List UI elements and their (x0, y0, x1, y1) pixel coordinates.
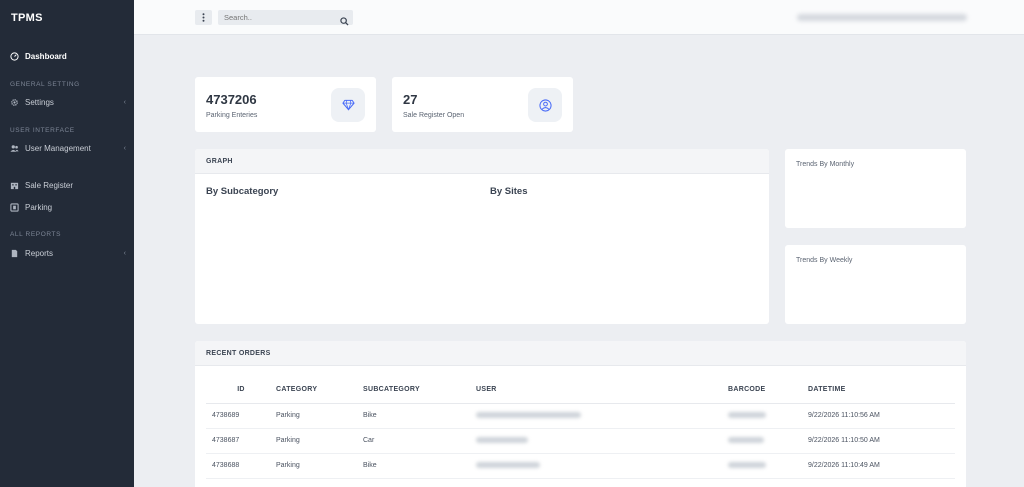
sidebar-item-label: Parking (25, 203, 53, 212)
panel-header: RECENT ORDERS (195, 341, 966, 366)
column-header-category[interactable]: CATEGORY (276, 376, 363, 404)
parking-icon (10, 203, 19, 212)
column-header-barcode[interactable]: BARCODE (728, 376, 808, 404)
cell-barcode-blurred (728, 453, 808, 479)
trend-title: Trends By Weekly (796, 257, 853, 264)
cell-category: Parking (276, 428, 363, 454)
sidebar-item-parking[interactable]: Parking (10, 203, 134, 212)
diamond-icon (331, 88, 365, 122)
section-heading-general: GENERAL SETTING (10, 81, 80, 88)
table-header-row: ID CATEGORY SUBCATEGORY USER BARCODE DAT… (206, 376, 955, 404)
panel-title: GRAPH (206, 158, 233, 165)
sidebar-item-label: Dashboard (25, 52, 67, 61)
user-menu-blurred[interactable] (797, 14, 967, 21)
recent-orders-panel: RECENT ORDERS ID CATEGORY SUBCATEGORY US… (195, 341, 966, 487)
gauge-icon (10, 52, 19, 61)
section-heading-reports: ALL REPORTS (10, 231, 62, 238)
user-circle-icon (528, 88, 562, 122)
sidebar-item-settings[interactable]: Settings ‹ (10, 98, 134, 107)
cell-subcategory: Bike (363, 403, 476, 429)
table-row[interactable]: 4738689 Parking Bike 9/22/2026 11:10:56 … (206, 403, 955, 429)
graph-panel: GRAPH By Subcategory By Sites (195, 149, 769, 324)
cell-id: 4738687 (206, 428, 276, 454)
stat-value: 27 (403, 92, 418, 107)
building-icon (10, 181, 19, 190)
brand-logo[interactable]: TPMS (0, 0, 134, 36)
cell-user-blurred (476, 403, 728, 429)
cell-user-blurred (476, 453, 728, 479)
column-header-id[interactable]: ID (206, 376, 276, 404)
stat-label: Sale Register Open (403, 112, 465, 119)
cell-category: Parking (276, 453, 363, 479)
trend-card-weekly: Trends By Weekly (785, 245, 966, 324)
table-row[interactable]: 4738688 Parking Bike 9/22/2026 11:10:49 … (206, 453, 955, 479)
table-row[interactable]: 4738687 Parking Car 9/22/2026 11:10:50 A… (206, 428, 955, 454)
sidebar-item-sale-register[interactable]: Sale Register (10, 181, 134, 190)
stat-value: 4737206 (206, 92, 257, 107)
cell-id: 4738688 (206, 453, 276, 479)
kebab-menu-button[interactable] (195, 10, 212, 25)
gear-icon (10, 98, 19, 107)
search-input[interactable] (218, 10, 353, 25)
cell-user-blurred (476, 428, 728, 454)
top-bar (134, 0, 1024, 35)
stat-card-sale-register: 27 Sale Register Open (392, 77, 573, 132)
panel-title: RECENT ORDERS (206, 350, 271, 357)
sidebar-item-label: Reports (25, 249, 54, 258)
trend-card-monthly: Trends By Monthly (785, 149, 966, 228)
document-icon (10, 249, 19, 258)
stat-card-parking-entries: 4737206 Parking Enteries (195, 77, 376, 132)
sidebar-item-label: User Management (25, 144, 91, 153)
orders-table: ID CATEGORY SUBCATEGORY USER BARCODE DAT… (206, 376, 955, 479)
sidebar-item-label: Sale Register (25, 181, 74, 190)
cell-datetime: 9/22/2026 11:10:50 AM (808, 428, 955, 454)
panel-header: GRAPH (195, 149, 769, 174)
users-icon (10, 144, 19, 153)
chart-title-subcategory: By Subcategory (206, 186, 279, 197)
cell-subcategory: Bike (363, 453, 476, 479)
stat-label: Parking Enteries (206, 112, 258, 119)
vertical-dots-icon (202, 9, 205, 27)
column-header-subcategory[interactable]: SUBCATEGORY (363, 376, 476, 404)
cell-datetime: 9/22/2026 11:10:49 AM (808, 453, 955, 479)
section-heading-ui: USER INTERFACE (10, 127, 75, 134)
sidebar-item-user-management[interactable]: User Management ‹ (10, 144, 134, 153)
chevron-left-icon: ‹ (123, 99, 126, 106)
chevron-left-icon: ‹ (123, 145, 126, 152)
cell-barcode-blurred (728, 403, 808, 429)
sidebar: TPMS Dashboard GENERAL SETTING Settings … (0, 0, 134, 487)
sidebar-item-label: Settings (25, 98, 54, 107)
cell-barcode-blurred (728, 428, 808, 454)
search-icon[interactable] (340, 13, 349, 31)
cell-subcategory: Car (363, 428, 476, 454)
column-header-user[interactable]: USER (476, 376, 728, 404)
column-header-datetime[interactable]: DATETIME (808, 376, 955, 404)
chart-title-sites: By Sites (490, 186, 528, 197)
chevron-left-icon: ‹ (123, 250, 126, 257)
cell-id: 4738689 (206, 403, 276, 429)
sidebar-item-reports[interactable]: Reports ‹ (10, 249, 134, 258)
cell-datetime: 9/22/2026 11:10:56 AM (808, 403, 955, 429)
trend-title: Trends By Monthly (796, 161, 855, 168)
cell-category: Parking (276, 403, 363, 429)
sidebar-item-dashboard[interactable]: Dashboard (10, 52, 134, 61)
